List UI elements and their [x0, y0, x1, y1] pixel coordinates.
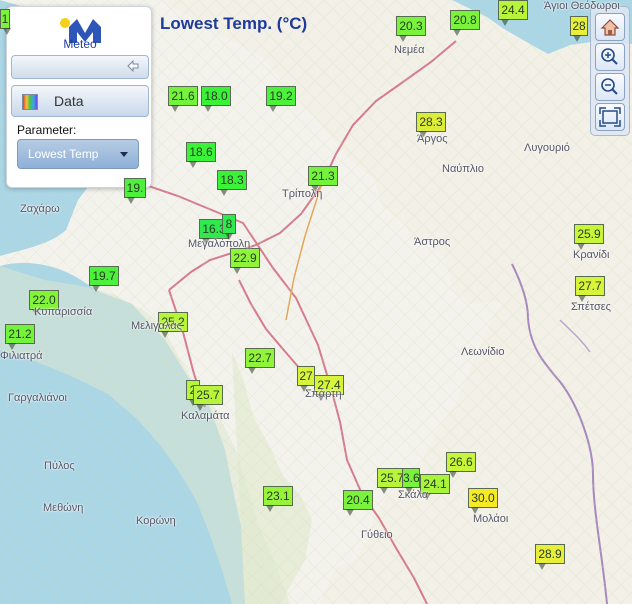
- temperature-marker[interactable]: 28.3: [416, 112, 446, 138]
- place-label: Λυγουριό: [524, 142, 570, 154]
- zoom-in-button[interactable]: [595, 43, 625, 71]
- temperature-marker[interactable]: 20.8: [450, 10, 480, 36]
- place-label: Νεμέα: [394, 44, 425, 56]
- home-button[interactable]: [595, 13, 625, 41]
- temperature-marker[interactable]: 20.4: [343, 490, 373, 516]
- temperature-marker[interactable]: 27.7: [575, 276, 605, 302]
- temperature-marker[interactable]: 26.6: [446, 452, 476, 478]
- place-label: Πύλος: [44, 460, 75, 472]
- place-label: Σπέτσες: [571, 301, 611, 313]
- zoom-out-icon: [601, 78, 618, 95]
- place-label: Καλαμάτα: [181, 410, 230, 422]
- place-label: Μελιγαλάς: [131, 320, 182, 332]
- temperature-marker[interactable]: 8: [222, 214, 236, 240]
- temperature-marker[interactable]: 21.6: [168, 86, 198, 112]
- collapse-panel-button[interactable]: [11, 55, 149, 79]
- temperature-marker[interactable]: 19.: [124, 178, 146, 204]
- temperature-marker[interactable]: 19.7: [89, 266, 119, 292]
- zoom-out-button[interactable]: [595, 73, 625, 101]
- place-label: Κορώνη: [136, 515, 176, 527]
- temperature-marker[interactable]: 1: [0, 9, 11, 35]
- place-label: Μολάοι: [473, 513, 509, 525]
- place-label: Άγιοι Θεόδωροι: [544, 0, 620, 12]
- page-title: Lowest Temp. (°C): [160, 14, 308, 33]
- fullscreen-button[interactable]: [595, 103, 625, 131]
- parameter-label: Parameter:: [17, 123, 77, 137]
- place-label: Σπάρτη: [305, 388, 342, 400]
- temperature-marker[interactable]: 25.7: [193, 385, 223, 411]
- place-label: Γύθειο: [361, 529, 393, 541]
- temperature-marker[interactable]: 18.3: [217, 170, 247, 196]
- place-label: Λεωνίδιο: [461, 346, 505, 358]
- temperature-marker[interactable]: 18.0: [201, 86, 231, 112]
- temperature-marker[interactable]: 28.9: [535, 544, 565, 570]
- place-label: Σκάλα: [398, 489, 429, 501]
- logo-text: Meteo: [63, 37, 97, 51]
- zoom-in-icon: [601, 48, 618, 65]
- place-label: Φιλιατρά: [0, 350, 43, 362]
- temperature-marker[interactable]: 21.3: [308, 166, 338, 192]
- parameter-select[interactable]: Lowest Temp: [17, 139, 139, 169]
- temperature-marker[interactable]: 25.9: [574, 224, 604, 250]
- temperature-marker[interactable]: 30.0: [468, 488, 498, 514]
- map-toolbar: [590, 6, 630, 136]
- temperature-marker[interactable]: 3.6: [402, 468, 420, 494]
- data-icon: [22, 94, 38, 110]
- place-label: Άστρος: [414, 236, 451, 248]
- temperature-marker[interactable]: 22.9: [230, 248, 260, 274]
- collapse-arrow-icon: [127, 60, 139, 72]
- temperature-marker[interactable]: 22.7: [245, 348, 275, 374]
- temperature-marker[interactable]: 18.6: [186, 142, 216, 168]
- place-label: Άργος: [417, 133, 448, 145]
- place-label: Μεγαλόπολη: [188, 238, 251, 250]
- temperature-marker[interactable]: 21.2: [5, 324, 35, 350]
- place-label: Ναύπλιο: [442, 163, 484, 175]
- place-label: Κρανίδι: [573, 249, 610, 261]
- chevron-down-icon: [120, 152, 128, 157]
- temperature-marker[interactable]: 27: [297, 366, 315, 392]
- place-label: Κυπαρισσία: [34, 306, 93, 318]
- data-button-label: Data: [54, 93, 84, 109]
- data-button[interactable]: Data: [11, 85, 149, 117]
- home-icon: [600, 19, 620, 36]
- temperature-marker[interactable]: 19.2: [266, 86, 296, 112]
- temperature-marker[interactable]: 24.4: [498, 0, 528, 26]
- place-label: Ζαχάρω: [20, 203, 60, 215]
- control-panel: Meteo Data Parameter: Lowest Temp: [6, 6, 152, 188]
- temperature-marker[interactable]: 23.1: [263, 486, 293, 512]
- place-label: Μεθώνη: [43, 502, 84, 514]
- fullscreen-icon: [599, 107, 621, 127]
- place-label: Τρίπολη: [282, 188, 323, 200]
- place-label: Γαργαλιάνοι: [8, 392, 67, 404]
- parameter-value: Lowest Temp: [28, 147, 99, 161]
- temperature-marker[interactable]: 20.3: [396, 16, 426, 42]
- temperature-marker[interactable]: 28: [570, 16, 588, 42]
